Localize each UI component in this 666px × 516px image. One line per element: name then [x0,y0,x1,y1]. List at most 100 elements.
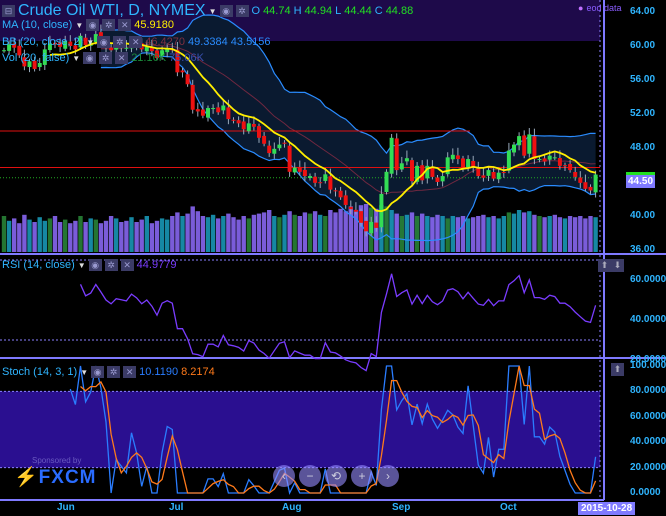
volume-bar [552,214,557,252]
volume-bar [57,222,63,252]
candle-body [308,176,312,178]
volume-bar [165,219,170,252]
eye-icon[interactable]: ◉ [219,5,233,17]
symbol-title[interactable]: Crude Oil WTI, D, NYMEX [18,2,206,20]
volume-bar [149,223,155,252]
chevron-down-icon[interactable]: ▼ [78,261,86,270]
volume-bar [114,218,119,252]
volume-bar [52,216,58,252]
stoch-label[interactable]: Stoch (14, 3, 1) [2,366,77,378]
price-tick-label: 40.00 [630,210,656,221]
ma-label[interactable]: MA (10, close) [2,19,72,31]
volume-bar [175,212,180,252]
volume-bar [12,218,17,252]
candle-body [399,163,404,170]
move-up-icon[interactable]: ⬆ [598,259,611,272]
volume-bar [471,217,476,252]
price-tick-label: 64.00 [630,6,656,17]
candle-body [216,107,221,113]
gear-icon[interactable]: ✲ [113,36,127,48]
gear-icon[interactable]: ✲ [107,366,121,378]
chart-canvas[interactable] [0,0,666,516]
eye-icon[interactable]: ◉ [86,19,100,31]
zoom-in-button[interactable]: + [351,465,373,487]
chevron-down-icon[interactable]: ▼ [80,368,88,377]
volume-bar [195,211,200,252]
rsi-label[interactable]: RSI (14, close) [2,259,75,271]
volume-bar [205,217,211,252]
month-label: Jul [169,502,184,513]
vol-label[interactable]: Vol (20, false) [2,52,69,64]
gear-icon[interactable]: ✲ [102,19,116,31]
volume-bar [506,212,512,252]
volume-bar [88,218,93,252]
candle-body [353,209,358,212]
gear-icon[interactable]: ✲ [99,52,113,64]
candle-body [522,135,527,156]
stoch-k-value: 10.1190 [139,366,179,378]
scroll-right-button[interactable]: › [377,465,399,487]
move-down-icon[interactable]: ⬇ [611,259,624,272]
candle-body [491,172,496,179]
close-icon[interactable]: ✕ [129,36,143,48]
zoom-out-button[interactable]: − [299,465,321,487]
volume-bar [578,216,583,252]
chevron-down-icon[interactable]: ▼ [75,21,83,30]
candle-body [593,174,598,193]
volume-bar [282,214,287,252]
eye-icon[interactable]: ◉ [97,36,111,48]
move-up-icon[interactable]: ⬆ [611,363,624,376]
stoch-tick-label: 100.0000 [630,360,666,371]
close-icon[interactable]: ✕ [115,52,129,64]
volume-bar [129,217,134,252]
volume-bar [445,218,450,252]
eye-icon[interactable]: ◉ [88,259,102,271]
gear-icon[interactable]: ✲ [235,5,249,17]
volume-bar [312,211,318,252]
stoch-tick-label: 20.0000 [630,461,666,473]
collapse-icon[interactable]: ⊟ [2,5,15,17]
candle-body [364,220,369,232]
candle-body [323,174,328,181]
chart-header: ⊟ Crude Oil WTI, D, NYMEX ▼ ◉ ✲ O 44.74 H4… [2,2,413,20]
candle-body [206,108,210,118]
candle-body [221,105,226,111]
scroll-left-button[interactable]: ‹ [273,465,295,487]
open-label: O [251,5,261,17]
reset-button[interactable]: ⟲ [325,465,347,487]
candle-body [547,155,552,160]
volume-bar [236,219,241,252]
chevron-down-icon[interactable]: ▼ [72,54,80,63]
bb-label[interactable]: BB (20, close, 2) [2,36,83,48]
gear-icon[interactable]: ✲ [104,259,118,271]
candle-body [267,145,272,154]
close-icon[interactable]: ✕ [118,19,132,31]
candle-body [389,137,394,174]
close-label: C [374,5,383,17]
volume-bar [465,218,471,252]
close-icon[interactable]: ✕ [123,366,137,378]
candle-body [384,171,389,192]
volume-bar [338,208,343,252]
volume-bar [353,210,359,252]
stoch-d-value: 8.2174 [181,366,215,378]
candle-body [404,158,409,162]
low-label: L [335,5,342,17]
chevron-down-icon[interactable]: ▼ [86,38,94,47]
close-icon[interactable]: ✕ [120,259,134,271]
candle-body [486,170,491,176]
volume-bar [231,217,236,252]
eye-icon[interactable]: ◉ [83,52,97,64]
candle-body [277,144,282,149]
candle-body [185,74,190,85]
volume-bar [267,210,272,252]
eye-icon[interactable]: ◉ [91,366,105,378]
volume-bar [333,212,338,252]
chevron-down-icon[interactable]: ▼ [209,7,217,16]
volume-bar [68,223,73,252]
volume-bar [261,212,267,252]
candle-body [246,123,251,132]
volume-bar [302,212,308,252]
candle-body [374,222,379,228]
volume-bar [108,216,114,252]
